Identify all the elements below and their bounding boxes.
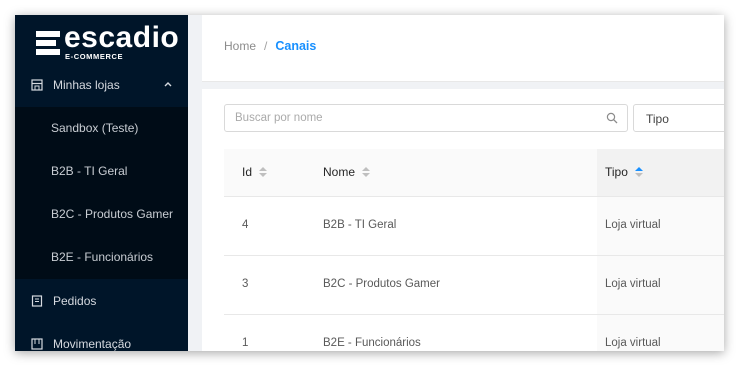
page-header: Home / Canais [202, 15, 724, 82]
main-area: Home / Canais Tipo Id [188, 15, 724, 351]
movement-icon [31, 338, 43, 350]
breadcrumb-current: Canais [275, 39, 317, 53]
logo-subtitle: E-COMMERCE [65, 52, 124, 61]
channels-table: Id Nome Tipo 4 B2B - TI Geral Loja virtu… [224, 149, 724, 351]
sort-icon[interactable] [362, 166, 371, 178]
sidebar-item-pedidos[interactable]: Pedidos [15, 281, 188, 321]
sort-icon[interactable] [259, 166, 268, 178]
logo[interactable]: escadio E-COMMERCE [36, 21, 179, 63]
sidebar-item-label: B2E - Funcionários [51, 250, 154, 264]
column-header-tipo[interactable]: Tipo [605, 165, 643, 179]
search-input[interactable] [225, 105, 605, 131]
table-row[interactable]: 1 B2E - Funcionários Loja virtual [224, 315, 724, 351]
breadcrumb: Home / Canais [224, 39, 316, 53]
app-window: escadio E-COMMERCE Minhas lojas Sandbox … [15, 15, 724, 351]
sidebar-group-label: Minhas lojas [53, 78, 120, 92]
sidebar-item-label: B2C - Produtos Gamer [51, 207, 174, 221]
sidebar-item-label: Sandbox (Teste) [51, 121, 139, 135]
type-select[interactable]: Tipo [633, 104, 724, 132]
cell-id: 3 [242, 278, 249, 290]
logo-mark-icon [36, 31, 60, 55]
cell-id: 4 [242, 219, 249, 231]
table-header: Id Nome Tipo [224, 149, 724, 197]
cell-tipo: Loja virtual [605, 337, 661, 349]
breadcrumb-home[interactable]: Home [224, 39, 256, 53]
content-panel: Tipo Id Nome Tipo [202, 89, 724, 351]
search-icon[interactable] [606, 112, 618, 124]
cell-tipo: Loja virtual [605, 219, 661, 231]
sidebar-item-sandbox[interactable]: Sandbox (Teste) [15, 108, 188, 148]
cell-nome: B2C - Produtos Gamer [323, 278, 440, 290]
search-field[interactable] [224, 104, 628, 132]
orders-icon [31, 295, 43, 307]
chevron-up-icon[interactable] [164, 80, 172, 88]
cell-nome: B2B - TI Geral [323, 219, 397, 231]
sidebar-group-minhas-lojas[interactable]: Minhas lojas [15, 65, 188, 105]
cell-id: 1 [242, 337, 249, 349]
cell-nome: B2E - Funcionários [323, 337, 421, 349]
logo-word: escadio [64, 21, 180, 54]
column-header-id[interactable]: Id [242, 165, 268, 179]
sidebar-item-label: B2B - TI Geral [51, 164, 128, 178]
sidebar-item-b2c[interactable]: B2C - Produtos Gamer [15, 194, 188, 234]
table-row[interactable]: 4 B2B - TI Geral Loja virtual [224, 197, 724, 256]
sidebar: escadio E-COMMERCE Minhas lojas Sandbox … [15, 15, 188, 351]
sidebar-item-b2b[interactable]: B2B - TI Geral [15, 151, 188, 191]
table-row[interactable]: 3 B2C - Produtos Gamer Loja virtual [224, 256, 724, 315]
column-header-nome[interactable]: Nome [323, 165, 371, 179]
cell-tipo: Loja virtual [605, 278, 661, 290]
sidebar-item-label: Movimentação [53, 337, 132, 351]
breadcrumb-separator: / [264, 39, 268, 53]
sort-ascending-icon[interactable] [634, 166, 643, 178]
sidebar-item-b2e[interactable]: B2E - Funcionários [15, 237, 188, 277]
type-select-placeholder: Tipo [646, 112, 669, 126]
sidebar-item-movimentacao[interactable]: Movimentação [15, 324, 188, 351]
sidebar-item-label: Pedidos [53, 294, 97, 308]
store-icon [31, 79, 43, 91]
sidebar-submenu: Sandbox (Teste) B2B - TI Geral B2C - Pro… [15, 107, 188, 279]
